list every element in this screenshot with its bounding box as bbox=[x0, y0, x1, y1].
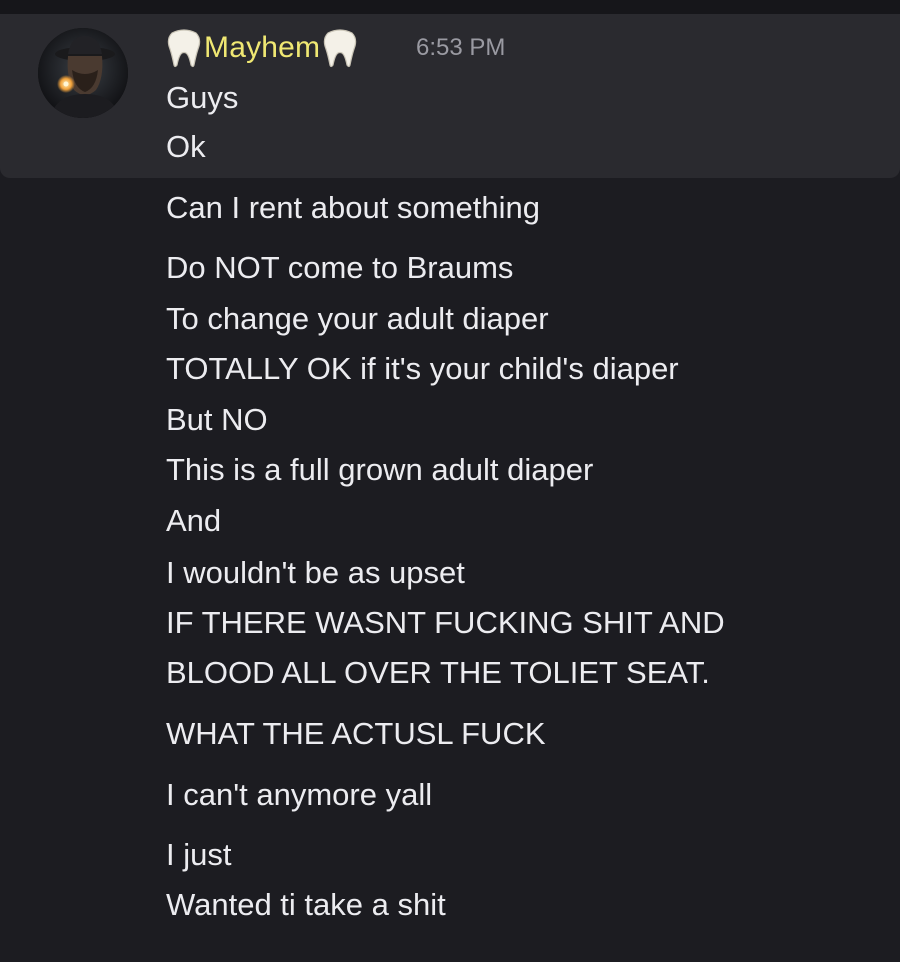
avatar-image bbox=[38, 28, 128, 118]
tooth-icon bbox=[324, 29, 357, 68]
message-author[interactable]: Mayhem bbox=[166, 26, 358, 70]
message-line: Wanted ti take a shit bbox=[166, 887, 446, 922]
message-line: Ok bbox=[166, 129, 206, 164]
top-edge bbox=[0, 0, 900, 14]
message-line: I just bbox=[166, 837, 232, 872]
message-line: To change your adult diaper bbox=[166, 301, 549, 336]
message-line: I can't anymore yall bbox=[166, 777, 433, 812]
message-line: But NO bbox=[166, 402, 268, 437]
tooth-icon bbox=[167, 29, 201, 68]
message-line: Can I rent about something bbox=[166, 190, 540, 225]
message-line: Do NOT come to Braums bbox=[166, 250, 514, 285]
message-line: BLOOD ALL OVER THE TOLIET SEAT. bbox=[166, 655, 710, 690]
message-line: And bbox=[166, 503, 222, 538]
author-name[interactable]: Mayhem bbox=[204, 31, 320, 65]
message-line: Guys bbox=[166, 80, 239, 115]
message-timestamp: 6:53 PM bbox=[416, 34, 506, 61]
message-line: TOTALLY OK if it's your child's diaper bbox=[166, 351, 679, 386]
avatar[interactable] bbox=[38, 28, 128, 118]
message-line: This is a full grown adult diaper bbox=[166, 452, 594, 487]
message-line: IF THERE WASNT FUCKING SHIT AND bbox=[166, 605, 725, 640]
message-line: I wouldn't be as upset bbox=[166, 555, 465, 590]
message-line: WHAT THE ACTUSL FUCK bbox=[166, 716, 546, 751]
